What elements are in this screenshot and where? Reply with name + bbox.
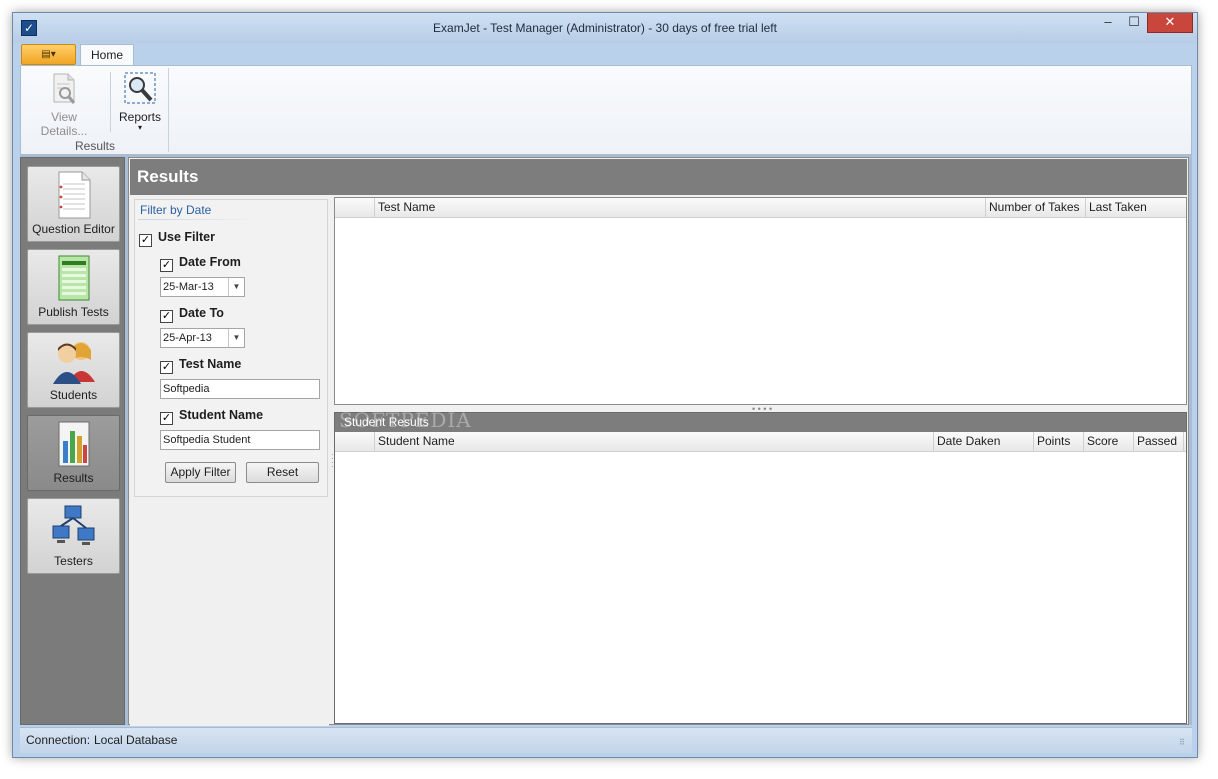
results-content: Results Filter by Date ✓ Use Filter ✓ Date… (128, 157, 1189, 726)
filter-panel: Filter by Date ✓ Use Filter ✓ Date From 25… (130, 198, 329, 726)
test-name-checkbox[interactable]: ✓ (160, 361, 173, 374)
ribbon-tab-strip: ▤▾ Home (20, 43, 1192, 66)
column-header-score[interactable]: Score (1084, 432, 1134, 452)
student-name-label: Student Name (179, 408, 264, 422)
window-title: ExamJet - Test Manager (Administrator) -… (433, 21, 777, 35)
column-header-points[interactable]: Points (1034, 432, 1084, 452)
apply-filter-button[interactable]: Apply Filter (165, 462, 236, 483)
view-details-label: View Details... (40, 110, 88, 138)
nav-label: Students (49, 388, 98, 402)
date-from-combo[interactable]: 25-Mar-13 ▼ (160, 277, 245, 297)
date-to-combo[interactable]: 25-Apr-13 ▼ (160, 328, 245, 348)
date-from-checkbox[interactable]: ✓ (160, 259, 173, 272)
divider (138, 219, 258, 220)
column-header-indicator[interactable] (335, 198, 375, 218)
student-results-panel: SOFTPEDIA Student Results Student Name D… (334, 410, 1187, 724)
date-to-value: 25-Apr-13 (163, 332, 212, 344)
date-to-checkbox[interactable]: ✓ (160, 310, 173, 323)
student-name-input[interactable]: Softpedia Student (160, 430, 320, 450)
resize-grip-icon[interactable]: ⠿ (1179, 739, 1189, 751)
connection-value: Local Database (94, 733, 178, 747)
nav-item-testers[interactable]: Testers (27, 498, 120, 574)
minimize-button[interactable]: – (1095, 13, 1121, 33)
maximize-button[interactable]: ☐ (1121, 13, 1147, 33)
column-header-passed[interactable]: Passed (1134, 432, 1184, 452)
use-filter-label: Use Filter (158, 230, 215, 244)
reports-magnifier-icon (124, 72, 156, 104)
content-header: Results (130, 159, 1187, 195)
student-results-grid-header: Student Name Date Daken Points Score Pas… (335, 432, 1186, 452)
column-header-last-taken[interactable]: Last Taken (1086, 198, 1186, 218)
date-to-row: ✓ Date To (160, 306, 224, 323)
application-menu-button[interactable]: ▤▾ (21, 44, 76, 65)
nav-label: Testers (54, 554, 93, 568)
app-window: ✓ ExamJet - Test Manager (Administrator)… (12, 12, 1198, 758)
tests-grid-header: Test Name Number of Takes Last Taken (335, 198, 1186, 218)
column-header-date-daken[interactable]: Date Daken (934, 432, 1034, 452)
view-details-button[interactable]: View Details... (27, 70, 101, 138)
ribbon-group-label: Results (74, 139, 115, 153)
navigation-panel: Question Editor Publish Tests Students R… (20, 157, 125, 725)
student-name-checkbox[interactable]: ✓ (160, 412, 173, 425)
students-icon (52, 342, 95, 384)
student-results-header: SOFTPEDIA Student Results (335, 410, 1186, 432)
column-header-test-name[interactable]: Test Name (375, 198, 986, 218)
connection-label: Connection: (26, 733, 91, 747)
ribbon-separator (110, 72, 111, 132)
nav-label: Question Editor (32, 222, 115, 236)
nav-label: Publish Tests (38, 305, 109, 319)
chevron-down-icon[interactable]: ▼ (228, 278, 244, 296)
test-name-input[interactable]: Softpedia (160, 379, 320, 399)
student-results-title: Student Results (344, 415, 429, 429)
filter-caption: Filter by Date (140, 203, 212, 217)
main-area: Question Editor Publish Tests Students R… (20, 155, 1192, 726)
page-title: Results (137, 167, 199, 186)
column-header-number-of-takes[interactable]: Number of Takes (986, 198, 1086, 218)
nav-item-publish-tests[interactable]: Publish Tests (27, 249, 120, 325)
results-chart-icon (58, 421, 89, 467)
ribbon-panel: View Details... Reports ▾ Results (20, 65, 1192, 155)
nav-item-students[interactable]: Students (27, 332, 120, 408)
close-button[interactable]: ✕ (1147, 13, 1193, 33)
date-to-label: Date To (179, 306, 224, 320)
publish-sheet-icon (58, 255, 89, 301)
test-name-row: ✓ Test Name (160, 357, 242, 374)
tab-home[interactable]: Home (80, 44, 134, 66)
reports-label: Reports (118, 110, 162, 124)
nav-item-results[interactable]: Results (27, 415, 120, 491)
chevron-down-icon[interactable]: ▼ (228, 329, 244, 347)
reports-dropdown-arrow-icon[interactable]: ▾ (117, 124, 163, 132)
filter-group: Filter by Date ✓ Use Filter ✓ Date From 25… (134, 199, 328, 497)
status-bar: Connection: Local Database ⠿ (20, 727, 1192, 753)
document-icon (58, 171, 90, 219)
nav-item-question-editor[interactable]: Question Editor (27, 166, 120, 242)
reset-button[interactable]: Reset (246, 462, 319, 483)
nav-label: Results (53, 471, 94, 485)
date-from-row: ✓ Date From (160, 255, 241, 272)
date-from-label: Date From (179, 255, 241, 269)
title-bar: ✓ ExamJet - Test Manager (Administrator)… (13, 13, 1197, 43)
student-name-row: ✓ Student Name (160, 408, 264, 425)
view-details-icon (53, 73, 76, 104)
use-filter-row: ✓ Use Filter (139, 230, 215, 247)
network-computers-icon (52, 505, 94, 545)
test-name-label: Test Name (179, 357, 242, 371)
date-from-value: 25-Mar-13 (163, 281, 214, 293)
reports-button[interactable]: Reports ▾ (117, 70, 163, 132)
tests-grid: Test Name Number of Takes Last Taken (334, 197, 1187, 405)
column-header-indicator[interactable] (335, 432, 375, 452)
column-header-student-name[interactable]: Student Name (375, 432, 934, 452)
use-filter-checkbox[interactable]: ✓ (139, 234, 152, 247)
